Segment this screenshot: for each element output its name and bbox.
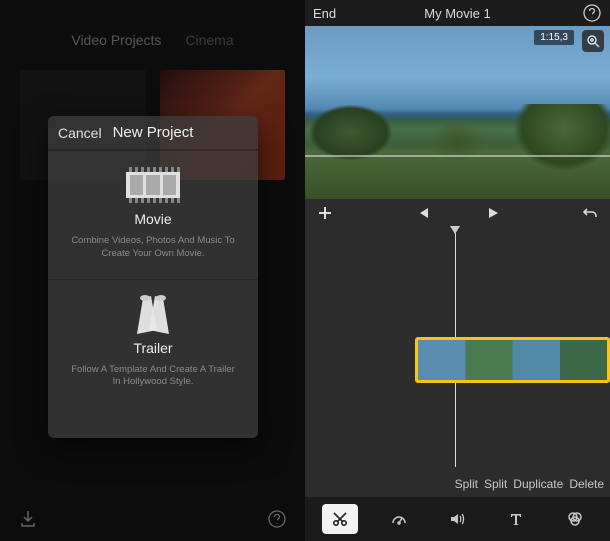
prev-icon[interactable] — [413, 203, 433, 223]
editor-header: End My Movie 1 — [305, 0, 610, 26]
audio-tool-icon[interactable] — [439, 504, 475, 534]
clip-actions: Split Split Duplicate Delete — [455, 477, 604, 491]
option-movie-label: Movie — [60, 211, 246, 227]
action-split-2[interactable]: Split — [484, 477, 507, 491]
text-tool-icon[interactable] — [498, 504, 534, 534]
timeline[interactable]: Split Split Duplicate Delete — [305, 227, 610, 497]
video-preview[interactable]: 1:15,3 — [305, 26, 610, 199]
add-media-icon[interactable] — [315, 203, 335, 223]
modal-title: New Project — [113, 124, 194, 141]
option-trailer[interactable]: Trailer Follow A Template And Create A T… — [48, 279, 258, 408]
tab-cinema[interactable]: Cinema — [185, 32, 233, 48]
end-button[interactable]: End — [313, 6, 336, 21]
cut-tool-icon[interactable] — [322, 504, 358, 534]
option-movie[interactable]: Movie Combine Videos, Photos And Music T… — [48, 150, 258, 279]
zoom-icon[interactable] — [582, 30, 604, 52]
action-split[interactable]: Split — [455, 477, 478, 491]
video-clip[interactable] — [415, 337, 610, 383]
preview-timestamp: 1:15,3 — [534, 30, 574, 45]
projects-screen: Video Projects Cinema Cancel New Project… — [0, 0, 305, 541]
help-icon[interactable] — [267, 509, 287, 529]
editor-screen: End My Movie 1 1:15,3 — [305, 0, 610, 541]
new-project-modal: Cancel New Project Movie Combine Videos,… — [48, 116, 258, 438]
export-icon[interactable] — [18, 509, 38, 529]
spotlights-icon — [60, 294, 246, 334]
editor-toolbar — [305, 497, 610, 541]
help-icon[interactable] — [582, 3, 602, 23]
projects-tabs: Video Projects Cinema — [0, 0, 305, 48]
option-trailer-label: Trailer — [60, 340, 246, 356]
cancel-button[interactable]: Cancel — [58, 125, 102, 141]
action-duplicate[interactable]: Duplicate — [513, 477, 563, 491]
tab-video-projects[interactable]: Video Projects — [71, 32, 161, 48]
speed-tool-icon[interactable] — [381, 504, 417, 534]
transport-bar — [305, 199, 610, 227]
action-delete[interactable]: Delete — [569, 477, 604, 491]
option-movie-desc: Combine Videos, Photos And Music To Crea… — [60, 235, 246, 261]
undo-icon[interactable] — [580, 203, 600, 223]
film-icon — [60, 165, 246, 205]
project-title: My Movie 1 — [305, 6, 610, 21]
play-icon[interactable] — [483, 203, 503, 223]
filters-tool-icon[interactable] — [557, 504, 593, 534]
option-trailer-desc: Follow A Template And Create A Trailer I… — [60, 364, 246, 390]
clip-trim-handle[interactable] — [415, 340, 418, 380]
